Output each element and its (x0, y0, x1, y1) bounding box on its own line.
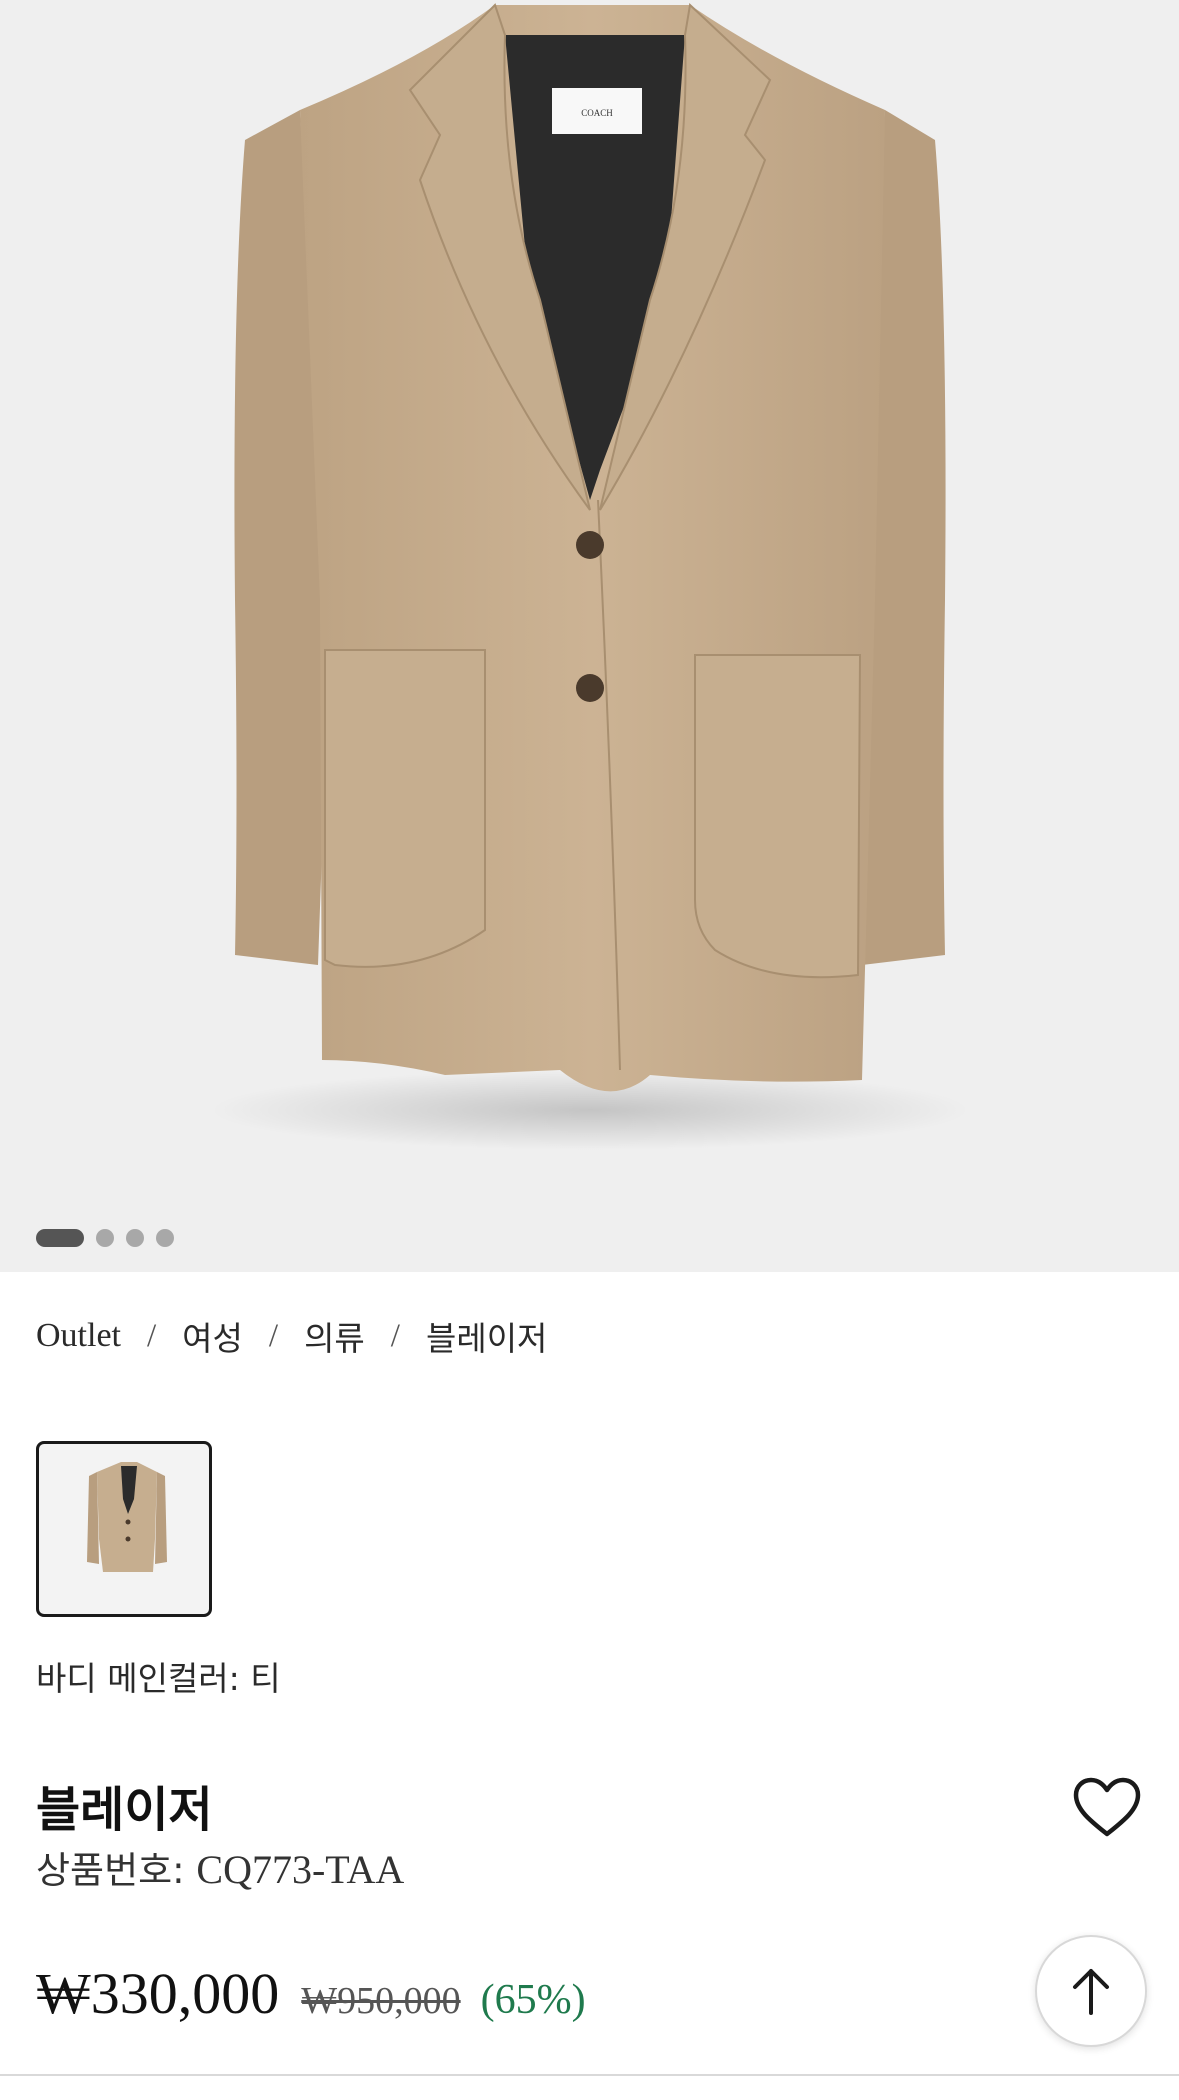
arrow-up-icon (1073, 1969, 1109, 2015)
divider (0, 2074, 1179, 2076)
discount-percent: (65%) (480, 1977, 586, 2023)
product-title: 블레이저 (36, 1782, 213, 1838)
carousel-indicators (36, 1229, 174, 1247)
carousel-dot-3[interactable] (126, 1229, 144, 1247)
breadcrumb-separator: / (146, 1317, 157, 1354)
breadcrumb-item-clothing[interactable]: 의류 (304, 1312, 365, 1360)
color-swatch-thumbnail[interactable] (36, 1441, 212, 1617)
breadcrumb-separator: / (390, 1317, 400, 1354)
breadcrumb-item-blazer[interactable]: 블레이저 (426, 1312, 547, 1360)
sku-value: CQ773-TAA (196, 1847, 405, 1892)
product-sku: 상품번호: CQ773-TAA (36, 1840, 404, 1894)
color-value: 티 (250, 1659, 281, 1698)
carousel-dot-1[interactable] (36, 1229, 84, 1247)
heart-icon (1073, 1777, 1141, 1837)
color-label: 바디 메인컬러: (36, 1659, 240, 1698)
brand-label-text: COACH (581, 108, 613, 118)
swatch-blazer-image (87, 1462, 167, 1572)
sku-label: 상품번호: (36, 1849, 185, 1892)
product-image-blazer: COACH (210, 2, 970, 1150)
color-selection-label: 바디 메인컬러: 티 (36, 1652, 281, 1700)
breadcrumb-item-women[interactable]: 여성 (182, 1312, 243, 1360)
carousel-dot-2[interactable] (96, 1229, 114, 1247)
current-price: ₩330,000 (36, 1961, 280, 2026)
original-price: ₩950,000 (301, 1980, 461, 2022)
product-image-carousel[interactable]: COACH (0, 0, 1179, 1272)
scroll-to-top-button[interactable] (1035, 1935, 1147, 2047)
wishlist-button[interactable] (1072, 1776, 1142, 1840)
breadcrumb-item-outlet[interactable]: Outlet (36, 1317, 121, 1355)
carousel-dot-4[interactable] (156, 1229, 174, 1247)
breadcrumb: Outlet / 여성 / 의류 / 블레이저 (36, 1312, 547, 1360)
breadcrumb-separator: / (268, 1317, 279, 1354)
price-row: ₩330,000 ₩950,000 (65%) (36, 1960, 586, 2027)
